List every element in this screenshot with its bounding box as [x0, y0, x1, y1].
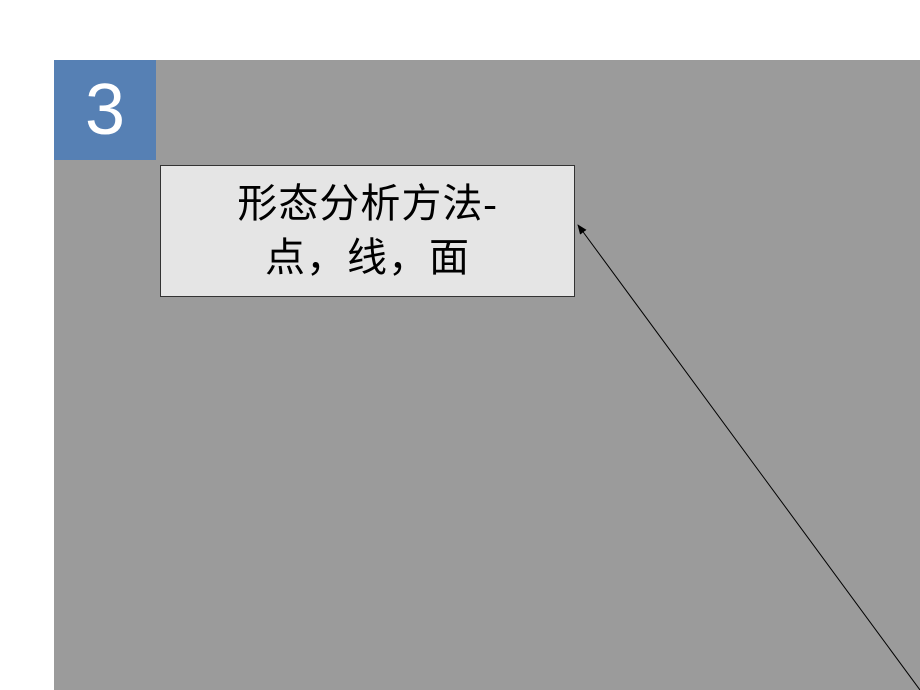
section-number-badge: 3	[54, 60, 156, 160]
title-box: 形态分析方法- 点，线，面	[160, 165, 575, 297]
section-number: 3	[85, 69, 125, 151]
title-line-1: 形态分析方法-	[237, 177, 497, 231]
slide-background	[54, 60, 920, 690]
title-line-2: 点，线，面	[265, 231, 470, 285]
